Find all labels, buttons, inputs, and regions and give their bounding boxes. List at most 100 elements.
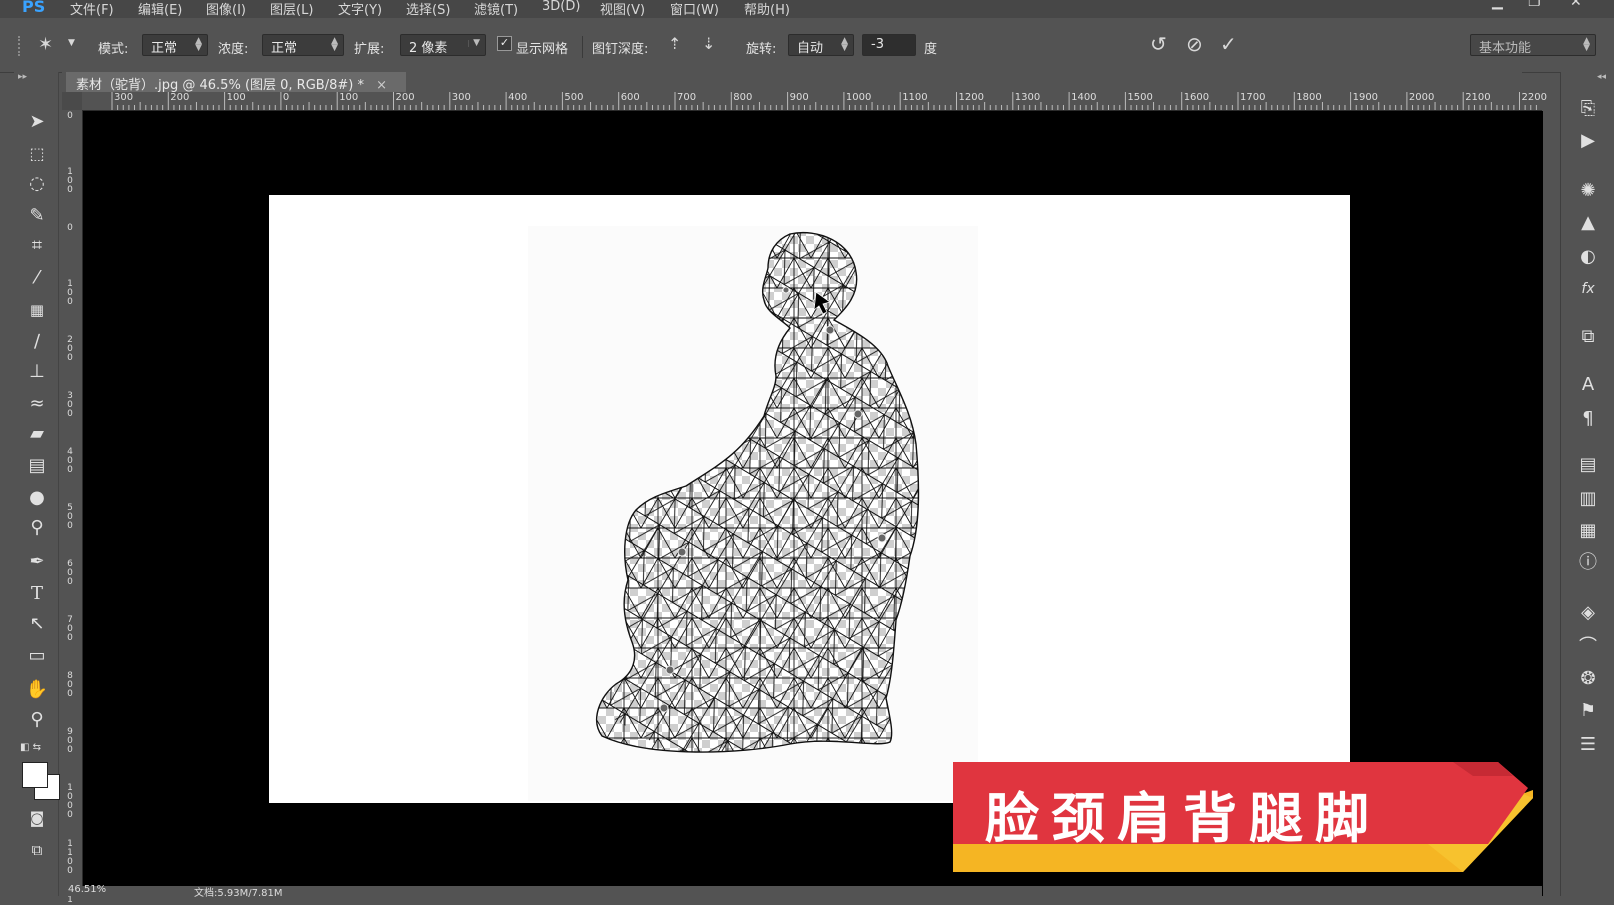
history-brush-icon[interactable]: ≈	[24, 392, 50, 416]
cancel-icon[interactable]: ⊘	[1186, 32, 1203, 56]
dock-collapse-icon[interactable]: ◂◂	[1597, 72, 1606, 82]
ruler-label: 2 0 0	[67, 335, 73, 363]
crop-tool-icon[interactable]: ⌗	[24, 234, 50, 258]
hand-tool-icon[interactable]: ✋	[24, 678, 50, 702]
puppet-warp-tool-icon[interactable]: ✶	[38, 34, 53, 55]
brush-tool-icon[interactable]: ∕	[24, 330, 50, 354]
ruler-label: 1 1 0 0	[67, 839, 73, 876]
options-bar: ✶ ▼ 模式: 正常 ▲ ▼ 浓度: 正常 ▲ ▼ 扩展: 2 像素 ▼ ✓ 显示网格 图…	[0, 22, 1614, 73]
ruler-label: 1900	[1352, 92, 1379, 103]
move-tool-icon[interactable]: ➤	[24, 110, 50, 134]
expand-input[interactable]: 2 像素 ▼	[400, 34, 486, 56]
menu-window[interactable]: 窗口(W)	[670, 0, 719, 18]
menu-view[interactable]: 视图(V)	[600, 0, 645, 18]
right-panel-dock: ◂◂ ⎘ ▶ ✺ ▲ ◐ fx ⧉ A ¶ ▤ ▥ ▦ ⓘ ◈ ⌒ ❂ ⚑ ☰	[1560, 72, 1614, 896]
menu-select[interactable]: 选择(S)	[406, 0, 450, 18]
menu-help[interactable]: 帮助(H)	[744, 0, 790, 18]
paths-panel-icon[interactable]: ⌒	[1575, 634, 1601, 660]
quick-select-tool-icon[interactable]: ✎	[24, 204, 50, 228]
select-arrows-icon: ▲ ▼	[331, 36, 338, 53]
stamp-tool-icon[interactable]: ⊥	[24, 360, 50, 384]
paragraph-panel-icon[interactable]: ¶	[1575, 406, 1601, 432]
type-tool-icon[interactable]: T	[24, 582, 50, 606]
info-icon[interactable]: ⓘ	[1575, 550, 1601, 576]
properties-panel-icon[interactable]: ☰	[1575, 732, 1601, 758]
clone-source-icon[interactable]: ⧉	[1575, 324, 1601, 350]
healing-brush-icon[interactable]: ▦	[24, 298, 50, 322]
dodge-tool-icon[interactable]: ⚲	[24, 516, 50, 540]
brush-panel-icon[interactable]: ▤	[1575, 452, 1601, 478]
histogram-icon[interactable]: ▲	[1575, 210, 1601, 236]
3d-panel-icon[interactable]: ⚑	[1575, 698, 1601, 724]
puppet-warp-mesh[interactable]	[590, 228, 990, 778]
density-select[interactable]: 正常 ▲ ▼	[262, 34, 344, 56]
menu-file[interactable]: 文件(F)	[70, 0, 114, 18]
horizontal-ruler[interactable]: 300 200 100 0 100 200 300 400 500 600 700 800 900 100…	[82, 92, 1547, 111]
eyedropper-tool-icon[interactable]: ⁄	[24, 266, 50, 290]
gradient-tool-icon[interactable]: ▤	[24, 454, 50, 478]
workspace-select[interactable]: 基本功能 ▲ ▼	[1470, 34, 1596, 56]
lasso-tool-icon[interactable]: ◌	[24, 172, 50, 196]
remove-pins-icon[interactable]: ↺	[1150, 32, 1167, 56]
channels-panel-icon[interactable]: ❂	[1575, 666, 1601, 692]
path-select-tool-icon[interactable]: ↖	[24, 612, 50, 636]
ruler-label: 0	[282, 92, 290, 103]
character-panel-icon[interactable]: A	[1575, 372, 1601, 398]
marquee-tool-icon[interactable]: ⬚	[24, 142, 50, 166]
ruler-label: 5 0 0	[67, 503, 73, 531]
eraser-tool-icon[interactable]: ▰	[24, 422, 50, 446]
menu-image[interactable]: 图像(I)	[206, 0, 246, 18]
pen-tool-icon[interactable]: ✒	[24, 550, 50, 574]
panel-collapse-icon[interactable]: ▸▸	[18, 72, 27, 82]
notes-icon[interactable]: ▥	[1575, 486, 1601, 512]
commit-check-icon[interactable]: ✓	[1220, 32, 1237, 56]
select-arrows-icon: ▲ ▼	[841, 36, 848, 53]
ruler-label: 1 0 0	[67, 279, 73, 307]
window-controls: ▁ ❐ ✕	[1470, 0, 1610, 18]
quick-mask-icon[interactable]: ◙	[24, 806, 50, 830]
menu-layer[interactable]: 图层(L)	[270, 0, 313, 18]
screen-mode-icon[interactable]: ⧉	[24, 838, 50, 862]
mode-select[interactable]: 正常 ▲ ▼	[142, 34, 208, 56]
ruler-corner[interactable]	[62, 92, 82, 110]
close-tab-icon[interactable]: ×	[376, 78, 387, 93]
styles-fx-icon[interactable]: fx	[1575, 276, 1601, 302]
vertical-ruler[interactable]: 0 1 0 0 0 1 0 0 2 0 0 3 0 0 4 0 0 5 0 0 6 0 0 7 0…	[62, 110, 83, 905]
history-panel-icon[interactable]: ⎘	[1575, 96, 1601, 122]
color-panel-icon[interactable]: ✺	[1575, 178, 1601, 204]
foreground-color-swatch[interactable]	[22, 762, 48, 788]
ruler-label: 6 0 0	[67, 559, 73, 587]
ruler-label: 100	[226, 92, 246, 103]
menu-type[interactable]: 文字(Y)	[338, 0, 382, 18]
rotate-select[interactable]: 自动 ▲ ▼	[788, 34, 854, 56]
rectangle-tool-icon[interactable]: ▭	[24, 644, 50, 668]
layer-comps-icon[interactable]: ▦	[1575, 518, 1601, 544]
document-tab[interactable]: 素材（驼背）.jpg @ 46.5% (图层 0, RGB/8#) * ×	[66, 72, 406, 93]
actions-play-icon[interactable]: ▶	[1575, 128, 1601, 154]
photoshop-logo: PS	[22, 0, 46, 16]
close-window-icon[interactable]: ✕	[1570, 0, 1582, 10]
ruler-label: 1500	[1127, 92, 1153, 103]
menu-3d[interactable]: 3D(D)	[542, 0, 580, 14]
pin-backward-icon[interactable]: ⇣	[702, 34, 715, 53]
default-colors-icon[interactable]: ◧ ⇆	[20, 742, 41, 753]
angle-input[interactable]: -3	[862, 34, 916, 56]
adjustments-icon[interactable]: ◐	[1575, 244, 1601, 270]
zoom-tool-icon[interactable]: ⚲	[24, 708, 50, 732]
zoom-level[interactable]: 46.51%	[68, 884, 106, 895]
show-mesh-checkbox[interactable]: ✓	[497, 36, 512, 51]
minimize-icon[interactable]: ▁	[1492, 0, 1503, 10]
blur-tool-icon[interactable]: ●	[24, 486, 50, 510]
ruler-label: 0	[67, 223, 73, 233]
ruler-label: 1200	[958, 92, 984, 103]
document-info[interactable]: 文档:5.93M/7.81M	[194, 884, 283, 899]
tool-preset-chevron-icon[interactable]: ▼	[68, 38, 75, 48]
pin-forward-icon[interactable]: ⇡	[668, 34, 681, 53]
layers-panel-icon[interactable]: ◈	[1575, 600, 1601, 626]
mode-label: 模式:	[98, 42, 129, 57]
angle-value: -3	[871, 37, 884, 52]
menu-filter[interactable]: 滤镜(T)	[474, 0, 518, 18]
restore-icon[interactable]: ❐	[1528, 0, 1541, 10]
document-tabs: 素材（驼背）.jpg @ 46.5% (图层 0, RGB/8#) * ×	[62, 72, 1522, 93]
menu-edit[interactable]: 编辑(E)	[138, 0, 182, 18]
